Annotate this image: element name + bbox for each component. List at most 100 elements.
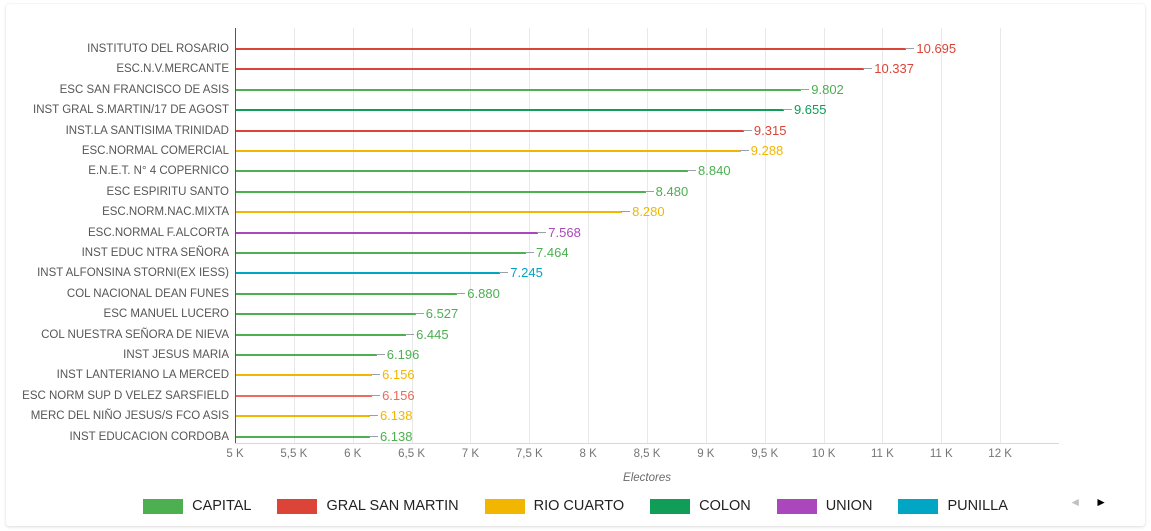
bar-row[interactable]: INST EDUC NTRA SEÑORA 7.464 (82, 243, 1059, 263)
category-label: INST EDUC NTRA SEÑORA (81, 247, 229, 259)
bar-value-label: 6.445 (416, 326, 449, 342)
bar[interactable] (236, 313, 416, 316)
x-tick-label: 10 K (811, 448, 836, 460)
x-tick-label: 12 K (988, 448, 1012, 460)
legend-swatch-icon (650, 498, 691, 514)
legend-swatch-icon (484, 498, 525, 514)
bar[interactable] (236, 88, 802, 91)
bar-value-label: 9.288 (750, 143, 784, 158)
bar-value-connector (905, 48, 915, 49)
category-label: ESC MANUEL LUCERO (103, 308, 229, 321)
bar[interactable] (236, 292, 458, 295)
x-tick-label: 5 K (226, 448, 244, 460)
bar[interactable] (236, 435, 370, 438)
bar-row[interactable]: INSTITUTO DEL ROSARIO 10.695 (87, 39, 1059, 59)
legend-item-punilla[interactable]: PUNILLA (898, 498, 1008, 514)
legend-item-gral-san-martin[interactable]: GRAL SAN MARTIN (277, 498, 459, 514)
category-label: COL NUESTRA SEÑORA DE NIEVA (41, 328, 229, 341)
bar-row[interactable]: MERC DEL NIÑO JESUS/S FCO ASIS 6.138 (31, 406, 1059, 426)
bar-value-label: 10.695 (916, 41, 957, 56)
category-label: ESC.NORMAL F.ALCORTA (87, 226, 229, 239)
category-label: INST GRAL S.MARTIN/17 DE AGOST (33, 104, 229, 117)
legend-item-colon[interactable]: COLON (650, 498, 751, 514)
category-label: E.N.E.T. N° 4 COPERNICO (88, 165, 229, 178)
bar-value-label: 6.196 (386, 347, 420, 362)
legend-item-union[interactable]: UNION (776, 498, 873, 514)
bar-value-connector (537, 231, 547, 233)
bar-row[interactable]: ESC NORM SUP D VELEZ SARSFIELD 6.156 (22, 386, 1059, 406)
x-axis-title: Electores (623, 472, 671, 484)
legend-swatch-icon (143, 498, 184, 514)
bar-value-connector (739, 150, 749, 151)
bar-row[interactable]: ESC.NORMAL F.ALCORTA 7.568 (88, 223, 1059, 243)
bar-row[interactable]: E.N.E.T. N° 4 COPERNICO 8.840 (88, 161, 1059, 181)
bar-row[interactable]: ESC.NORM.NAC.MIXTA 8.280 (102, 202, 1059, 222)
legend-swatch-icon (277, 498, 318, 514)
legend-item-capital[interactable]: CAPITAL (143, 498, 251, 514)
bar[interactable] (236, 48, 907, 50)
category-label: INST JESUS MARIA (123, 349, 229, 361)
bar-row[interactable]: INST EDUCACION CORDOBA 6.138 (69, 427, 1059, 447)
bar-row[interactable]: INST.LA SANTISIMA TRINIDAD 9.315 (66, 121, 1059, 141)
bar-value-connector (644, 190, 654, 192)
bar[interactable] (236, 231, 539, 234)
bar[interactable] (236, 415, 370, 418)
bar[interactable] (236, 190, 646, 193)
bar[interactable] (236, 150, 741, 152)
bar[interactable] (236, 170, 689, 173)
bar[interactable] (236, 252, 527, 254)
bar[interactable] (236, 333, 407, 336)
bar-value-connector (800, 88, 810, 90)
bar[interactable] (236, 272, 501, 275)
bar-value-label: 9.655 (793, 102, 827, 118)
legend-item-rio-cuarto[interactable]: RIO CUARTO (484, 498, 624, 514)
x-tick-label: 6 K (344, 448, 362, 460)
bar-row[interactable]: INST GRAL S.MARTIN/17 DE AGOST 9.655 (33, 100, 1059, 120)
bar-value-connector (371, 374, 381, 376)
bar-value-label: 7.245 (510, 265, 543, 281)
bar-value-label: 7.568 (548, 224, 581, 240)
category-label: COL NACIONAL DEAN FUNES (66, 287, 229, 300)
category-label: ESC.NORM.NAC.MIXTA (102, 206, 229, 219)
bar[interactable] (236, 129, 744, 132)
x-tick-label: 7,5 K (515, 448, 543, 460)
bar-value-label: 8.840 (698, 163, 731, 179)
bar-value-label: 8.280 (632, 204, 665, 220)
legend-prev-icon[interactable]: ◄ (1069, 496, 1081, 508)
category-label: ESC.NORMAL COMERCIAL (81, 145, 229, 157)
bar-value-connector (525, 252, 535, 253)
bar-row[interactable]: COL NUESTRA SEÑORA DE NIEVA 6.445 (41, 325, 1059, 345)
bar[interactable] (236, 68, 865, 71)
bar-value-label: 9.802 (811, 81, 844, 97)
bar-value-label: 6.138 (379, 408, 413, 424)
category-label: INSTITUTO DEL ROSARIO (87, 43, 229, 55)
bar[interactable] (236, 394, 373, 397)
legend-label: CAPITAL (192, 498, 252, 514)
x-tick-label: 7 K (461, 448, 480, 460)
bar-row[interactable]: COL NACIONAL DEAN FUNES 6.880 (67, 284, 1059, 304)
bar-row[interactable]: ESC.N.V.MERCANTE 10.337 (116, 59, 1059, 79)
x-tick-label: 11 K (929, 448, 953, 460)
bar[interactable] (236, 109, 784, 112)
category-label: ESC NORM SUP D VELEZ SARSFIELD (22, 389, 229, 402)
category-label: ESC.N.V.MERCANTE (116, 63, 229, 76)
bar-row[interactable]: ESC.NORMAL COMERCIAL 9.288 (82, 141, 1059, 161)
bar[interactable] (236, 354, 377, 356)
chart-card: INSTITUTO DEL ROSARIO 10.695 ESC.N.V.MERCA… (6, 4, 1145, 526)
bar-row[interactable]: INST JESUS MARIA 6.196 (123, 345, 1059, 365)
legend-label: UNION (825, 498, 873, 514)
bar-row[interactable]: ESC SAN FRANCISCO DE ASIS 9.802 (60, 80, 1059, 100)
bar-row[interactable]: ESC MANUEL LUCERO 6.527 (104, 304, 1059, 324)
bar[interactable] (236, 374, 373, 377)
bar[interactable] (236, 211, 623, 214)
bar-row[interactable]: INST LANTERIANO LA MERCED 6.156 (57, 365, 1059, 385)
bar-row[interactable]: ESC ESPIRITU SANTO 8.480 (107, 182, 1059, 202)
bar-value-connector (621, 211, 631, 213)
bar-value-connector (414, 313, 424, 315)
x-tick-label: 6,5 K (398, 448, 425, 460)
bar-rows: INSTITUTO DEL ROSARIO 10.695 ESC.N.V.MERCA… (22, 28, 1059, 447)
bar-row[interactable]: INST ALFONSINA STORNI(EX IESS) 7.245 (37, 263, 1059, 283)
bar-value-connector (782, 109, 792, 111)
legend-next-icon[interactable]: ► (1095, 496, 1107, 508)
category-label: INST.LA SANTISIMA TRINIDAD (65, 124, 229, 137)
